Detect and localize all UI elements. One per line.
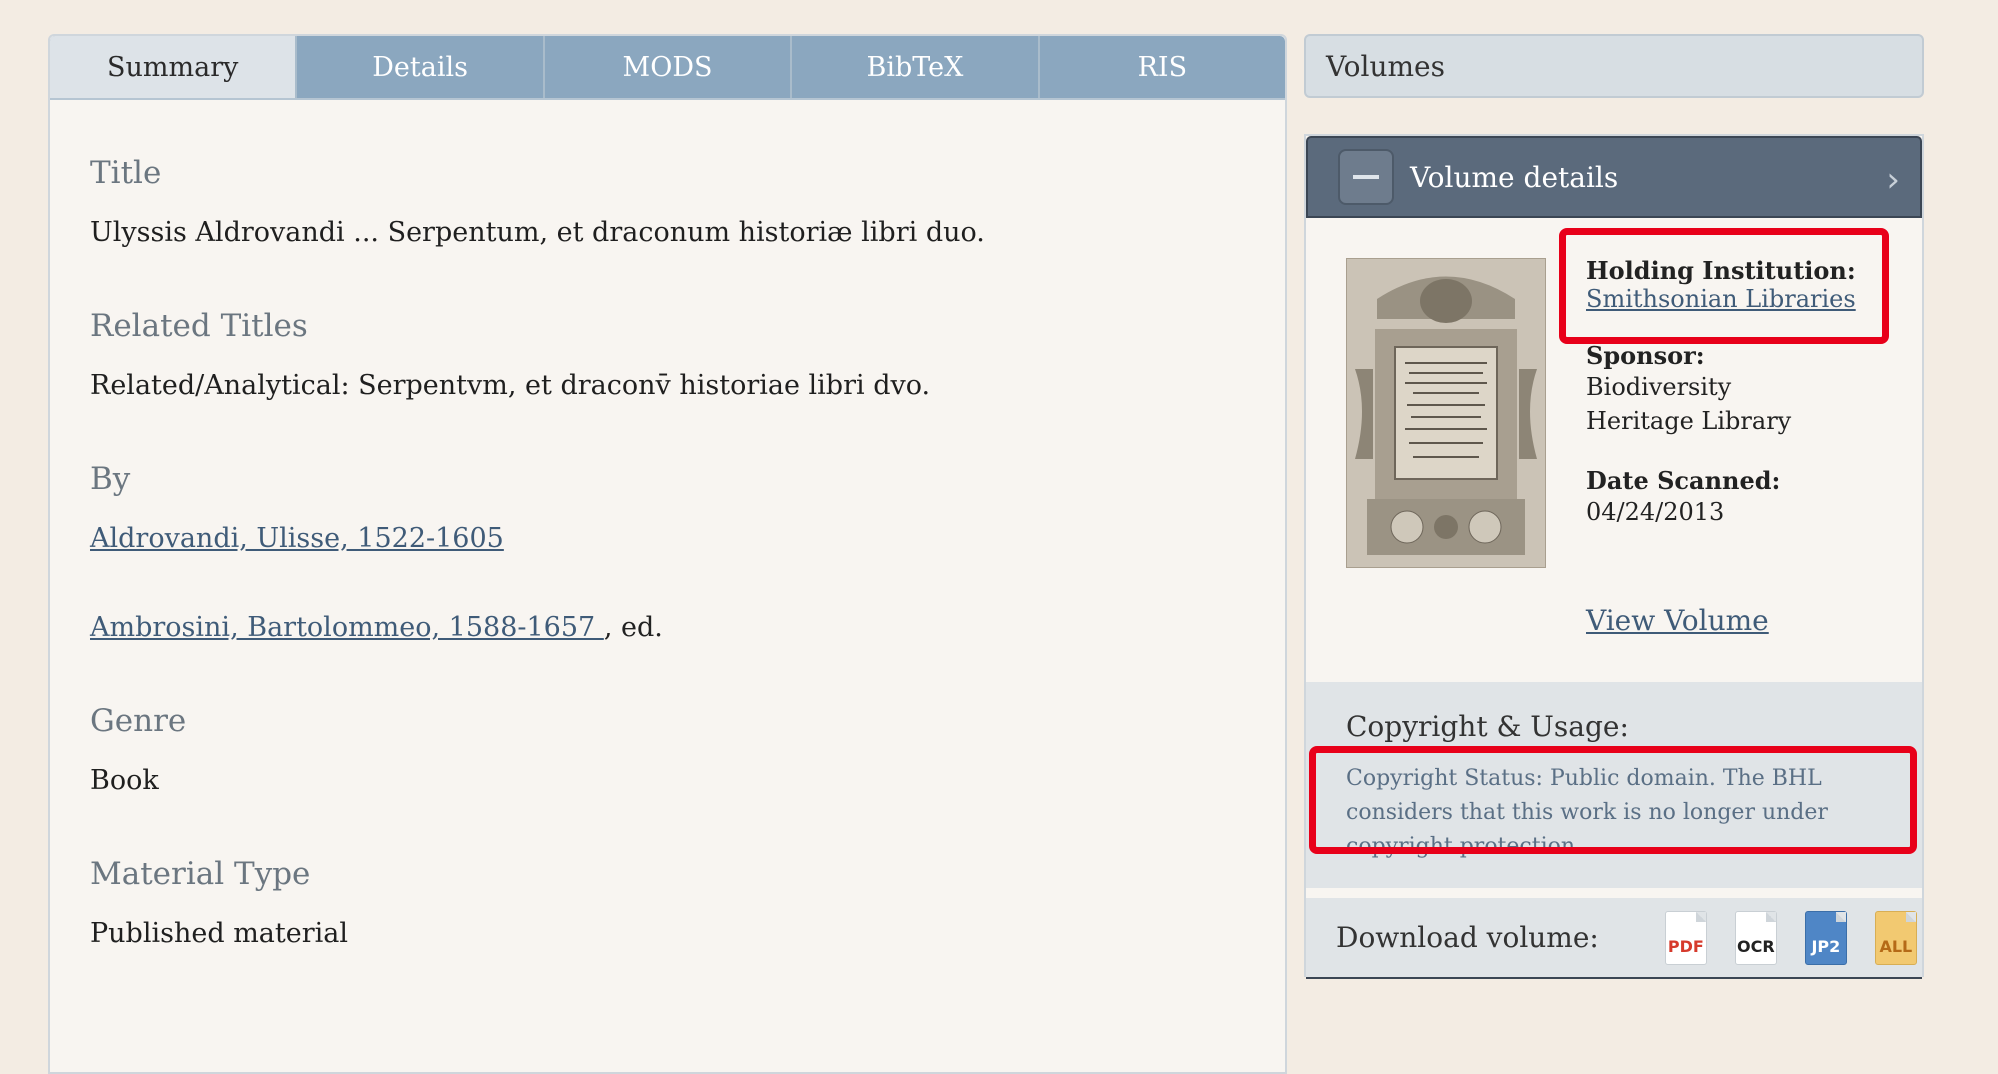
volumes-dropdown[interactable]: Volumes <box>1304 34 1924 98</box>
genre-value: Book <box>90 765 159 796</box>
tab-mods[interactable]: MODS <box>545 36 793 98</box>
date-scanned-label: Date Scanned: <box>1586 466 1781 495</box>
by-label: By <box>90 461 131 497</box>
chevron-right-icon[interactable]: › <box>1886 160 1900 200</box>
jp2-download-icon[interactable]: JP2 <box>1804 910 1847 965</box>
tab-ris[interactable]: RIS <box>1040 36 1285 98</box>
copyright-heading: Copyright & Usage: <box>1346 710 1629 743</box>
download-icons: PDF OCR JP2 ALL <box>1664 910 1917 965</box>
author-role: , ed. <box>603 612 663 643</box>
title-page-image <box>1347 259 1545 567</box>
summary-fields: Title Ulyssis Aldrovandi ... Serpentum, … <box>50 100 1285 949</box>
copyright-section: Copyright & Usage: Copyright Status: Pub… <box>1306 682 1922 888</box>
author-link-ambrosini[interactable]: Ambrosini, Bartolommeo, 1588-1657 <box>90 612 604 643</box>
authors-field: By Aldrovandi, Ulisse, 1522-1605 Ambrosi… <box>90 461 1285 643</box>
collapse-button[interactable] <box>1338 149 1394 205</box>
volume-details-card: Volume details › Holding Institution: Sm… <box>1304 134 1924 979</box>
related-titles-label: Related Titles <box>90 308 308 344</box>
holding-institution-highlight <box>1559 228 1889 344</box>
view-volume-link[interactable]: View Volume <box>1586 604 1769 637</box>
date-scanned: Date Scanned: 04/24/2013 <box>1586 466 1906 529</box>
author-line: Aldrovandi, Ulisse, 1522-1605 <box>90 523 1285 554</box>
download-volume-label: Download volume: <box>1336 921 1599 954</box>
volumes-label: Volumes <box>1326 49 1445 83</box>
sponsor-label: Sponsor: <box>1586 341 1705 370</box>
genre-field: Genre Book <box>90 703 1285 796</box>
download-bar: Download volume: PDF OCR JP2 ALL <box>1306 898 1922 979</box>
sponsor: Sponsor: Biodiversity Heritage Library <box>1586 341 1906 438</box>
author-line: Ambrosini, Bartolommeo, 1588-1657 , ed. <box>90 612 1285 643</box>
material-type-value: Published material <box>90 918 349 949</box>
all-download-icon[interactable]: ALL <box>1874 910 1917 965</box>
related-titles-field: Related Titles Related/Analytical: Serpe… <box>90 308 1285 401</box>
title-label: Title <box>90 155 162 191</box>
ocr-download-icon[interactable]: OCR <box>1734 910 1777 965</box>
tab-details[interactable]: Details <box>297 36 545 98</box>
volume-thumbnail[interactable] <box>1346 258 1546 568</box>
author-link-aldrovandi[interactable]: Aldrovandi, Ulisse, 1522-1605 <box>90 523 504 554</box>
title-field: Title Ulyssis Aldrovandi ... Serpentum, … <box>90 155 1285 248</box>
date-scanned-value: 04/24/2013 <box>1586 498 1725 526</box>
tab-bar: Summary Details MODS BibTeX RIS <box>50 36 1285 100</box>
tab-bibtex[interactable]: BibTeX <box>792 36 1040 98</box>
copyright-highlight <box>1309 746 1917 854</box>
material-type-field: Material Type Published material <box>90 856 1285 949</box>
summary-panel: Summary Details MODS BibTeX RIS Title Ul… <box>48 34 1287 1074</box>
genre-label: Genre <box>90 703 187 739</box>
title-value: Ulyssis Aldrovandi ... Serpentum, et dra… <box>90 217 985 248</box>
volume-details-header[interactable]: Volume details › <box>1306 136 1922 218</box>
material-type-label: Material Type <box>90 856 311 892</box>
minus-icon <box>1353 175 1379 179</box>
volume-details-title: Volume details <box>1410 160 1619 194</box>
tab-summary[interactable]: Summary <box>50 36 298 98</box>
pdf-download-icon[interactable]: PDF <box>1664 910 1707 965</box>
sponsor-value: Biodiversity Heritage Library <box>1586 373 1792 435</box>
related-titles-value: Related/Analytical: Serpentvm, et dracon… <box>90 370 931 401</box>
